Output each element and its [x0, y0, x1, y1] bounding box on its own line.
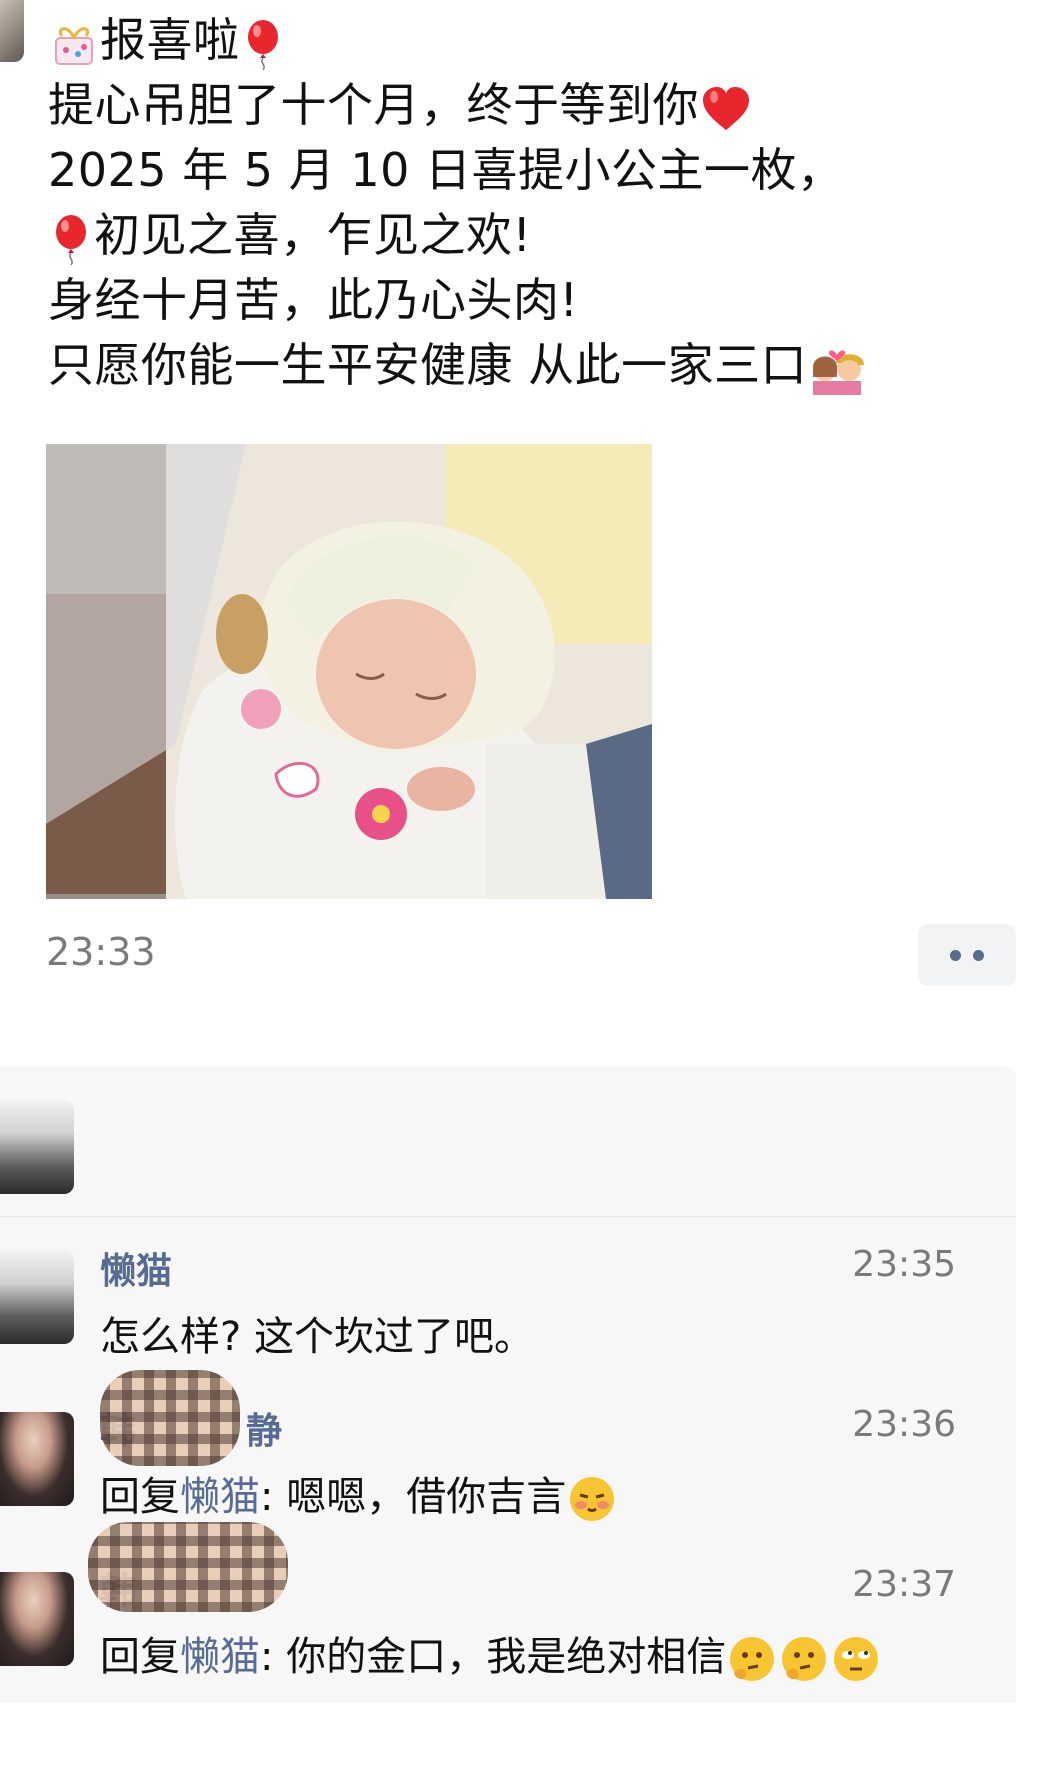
thinking-face-icon: [782, 1637, 827, 1681]
commenter-avatar[interactable]: [0, 1250, 74, 1344]
privacy-mosaic: [88, 1522, 288, 1612]
post-line-2: 提心吊胆了十个月，终于等到你: [48, 73, 1008, 138]
post-line-1: 报喜啦: [48, 8, 1008, 73]
post-line-3: 2025 年 5 月 10 日喜提小公主一枚，: [48, 143, 844, 197]
comment-text: 回复懒猫: 你的金口，我是绝对相信: [100, 1624, 882, 1683]
balloon-icon: [56, 214, 86, 265]
post-line-6: 只愿你能一生平安健康 从此一家三口: [48, 333, 1008, 398]
post-time: 23:33: [46, 930, 156, 974]
likes-row: [0, 1066, 1016, 1217]
rolling-eyes-face-icon: [834, 1637, 879, 1681]
couple-heart-icon: [813, 349, 865, 395]
more-dots-icon: [973, 949, 984, 961]
post-photo-newborn[interactable]: [46, 444, 652, 899]
comment-time: 23:36: [852, 1404, 956, 1445]
more-options-button[interactable]: [918, 924, 1016, 986]
commenter-avatar[interactable]: [0, 1412, 74, 1506]
poster-avatar[interactable]: [0, 0, 24, 62]
comment-text: 怎么样? 这个坎过了吧。: [100, 1314, 534, 1360]
thinking-face-icon: [730, 1637, 775, 1681]
post-title-text: 报喜啦: [100, 13, 240, 67]
post-line-4: 初见之喜，乍见之欢!: [48, 203, 1008, 268]
post-line-5: 身经十月苦，此乃心头肉!: [48, 273, 579, 327]
newborn-photo-illustration: [46, 444, 652, 899]
comments-panel: 懒猫 23:35 怎么样? 这个坎过了吧。 韩静 23:36 回复懒猫: 嗯嗯，…: [0, 1066, 1016, 1703]
comment-time: 23:35: [852, 1244, 956, 1285]
shy-face-icon: [570, 1477, 615, 1521]
comment-text: 回复懒猫: 嗯嗯，借你吉言: [100, 1464, 618, 1523]
comment-time: 23:37: [852, 1564, 956, 1605]
post-content: 报喜啦 提心吊胆了十个月，终于等到你 2025 年 5 月 10 日喜提小公主一…: [48, 8, 1008, 398]
commenter-avatar[interactable]: [0, 1572, 74, 1666]
gift-icon: [55, 26, 93, 65]
red-heart-icon: [703, 86, 749, 130]
commenter-name[interactable]: 懒猫: [100, 1242, 172, 1294]
reply-to-name[interactable]: 懒猫: [180, 1634, 260, 1680]
more-dots-icon: [950, 949, 961, 961]
reply-to-name[interactable]: 懒猫: [180, 1474, 260, 1520]
privacy-mosaic: [100, 1370, 240, 1466]
balloon-icon: [247, 19, 278, 70]
like-avatar[interactable]: [0, 1100, 74, 1194]
